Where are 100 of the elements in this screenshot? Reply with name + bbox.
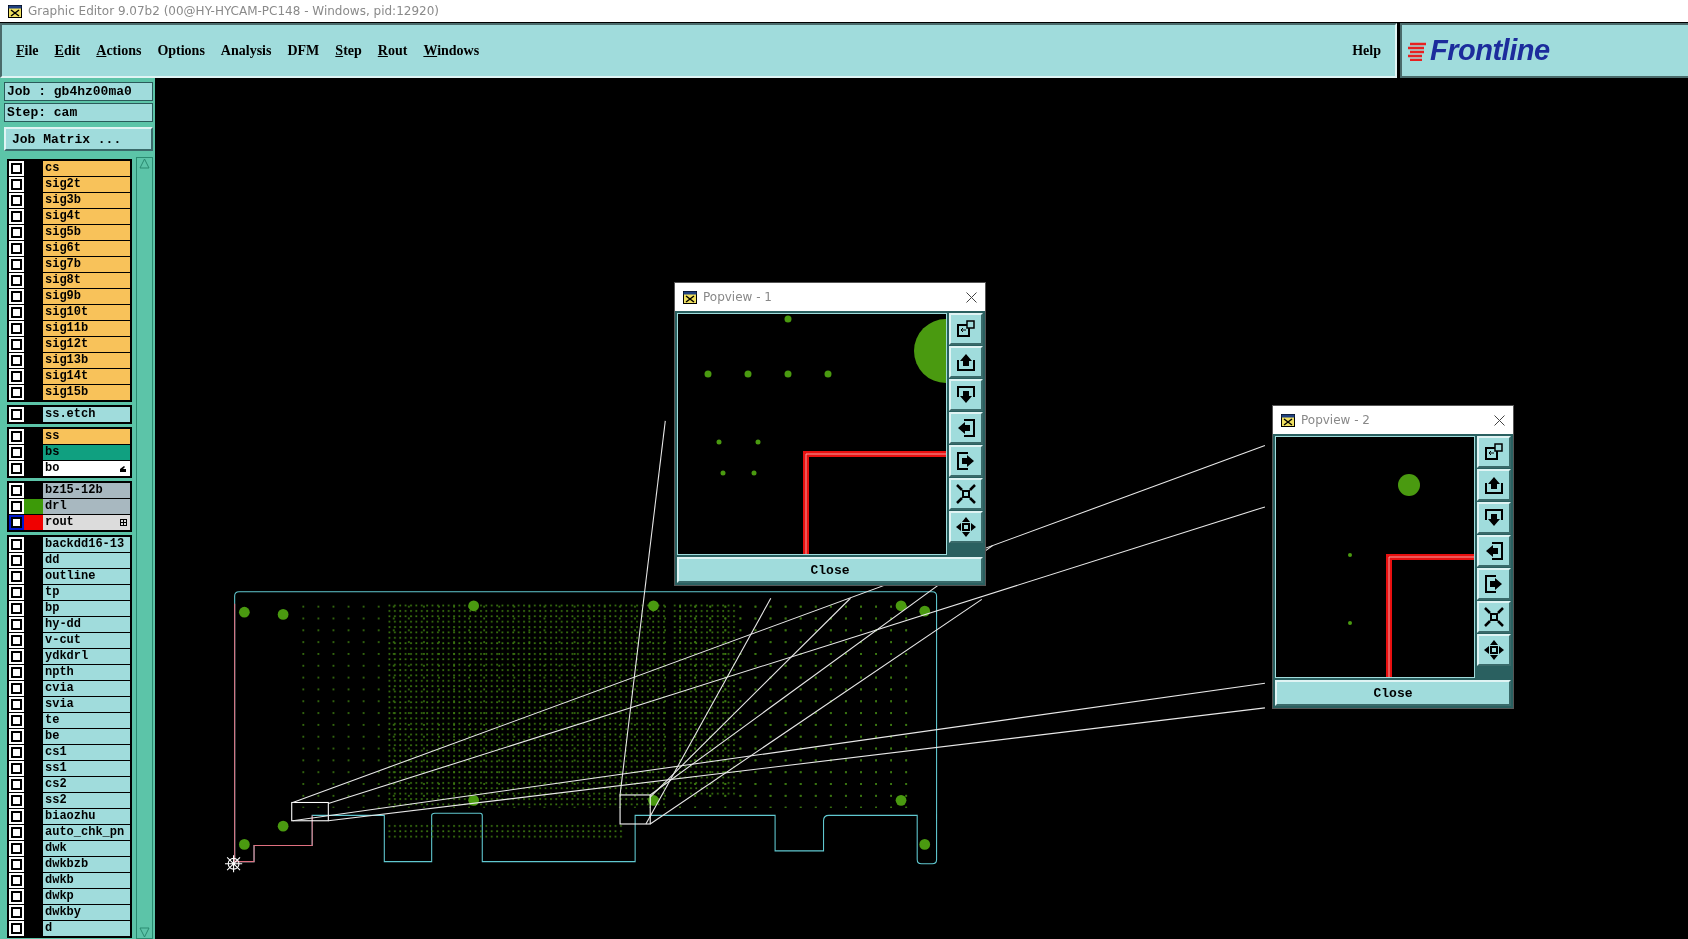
layer-name[interactable]: sig2t [43,177,131,192]
close-icon[interactable] [1494,414,1505,426]
layer-name[interactable]: drl [43,499,131,514]
layer-name[interactable]: sig10t [43,305,131,320]
zoom-frame [619,794,651,825]
layer-name[interactable]: sig15b [43,385,131,400]
view-tool-button[interactable] [1477,535,1511,567]
view-tool-button[interactable] [1477,436,1511,468]
layer-name[interactable]: dwkby [43,905,131,920]
menu-item[interactable]: Options [157,42,205,59]
layer-name[interactable]: cs [43,161,131,176]
layer-name[interactable]: sig5b [43,225,131,240]
zoom-frame [291,801,329,822]
layer-name[interactable]: sig6t [43,241,131,256]
layer-name[interactable]: be [43,729,131,744]
layer-name[interactable]: cs2 [43,777,131,792]
view-tool-button[interactable] [949,379,983,411]
layer-name[interactable]: bp [43,601,131,616]
scroll-down-icon [139,927,151,938]
menu-item[interactable]: Help [1352,42,1381,59]
layer-name[interactable]: sig7b [43,257,131,272]
menu-item[interactable]: File [16,42,39,59]
menu-item[interactable]: Step [335,42,362,59]
layer-name[interactable]: cvia [43,681,131,696]
view-tool-button[interactable] [949,445,983,477]
layer-name[interactable]: dwkb [43,873,131,888]
close-button[interactable]: Close [677,557,983,583]
layer-name[interactable]: bo [43,461,131,476]
pad-drawing [914,319,946,383]
layer-name[interactable]: te [43,713,131,728]
view-tool-button[interactable] [1477,568,1511,600]
layer-name[interactable]: sig13b [43,353,131,368]
layer-name[interactable]: sig9b [43,289,131,304]
logo: Frontline [1430,34,1550,67]
menu-item[interactable]: Actions [96,42,142,59]
pad-drawing [1398,474,1420,496]
window-arrow-icon [1483,441,1505,463]
layer-name[interactable]: ss1 [43,761,131,776]
layer-name[interactable]: sig12t [43,337,131,352]
speed-lines-icon [1408,40,1428,61]
layer-name[interactable]: biaozhu [43,809,131,824]
app-icon [683,290,697,304]
menu-item[interactable]: Rout [377,42,408,59]
view-tool-button[interactable] [1477,634,1511,666]
window-arrow-icon [955,318,977,340]
layer-name[interactable]: hy-dd [43,617,131,632]
via-dot [1348,621,1352,625]
window-title: Graphic Editor 9.07b2 (00@HY-HYCAM-PC148 - Windows, pid:12920) [28,4,439,18]
job-label: Job : gb4hz00ma0 [4,82,153,101]
view-tool-button[interactable] [949,346,983,378]
layer-name[interactable]: backdd16-13 [43,537,131,552]
layer-name[interactable]: d [43,921,131,936]
view-tool-button[interactable] [949,478,983,510]
menu-item[interactable]: Windows [423,42,480,59]
layer-name[interactable]: sig4t [43,209,131,224]
via-dot [784,370,792,378]
layer-name[interactable]: auto_chk_pn [43,825,131,840]
layer-name[interactable]: rout [43,515,131,530]
menu-item[interactable]: Analysis [220,42,272,59]
view-tool-button[interactable] [1477,601,1511,633]
job-matrix-button[interactable]: Job Matrix ... [4,127,153,151]
layer-name[interactable]: dwkbzb [43,857,131,872]
layer-name[interactable]: tp [43,585,131,600]
layer-name[interactable]: npth [43,665,131,680]
layer-name[interactable]: dwk [43,841,131,856]
crosshair-icon [224,854,243,873]
arrows-outward-icon [1483,639,1505,661]
layer-name[interactable]: sig11b [43,321,131,336]
view-tool-button[interactable] [949,412,983,444]
popview-title: Popview - 1 [703,290,773,304]
layer-name[interactable]: cs1 [43,745,131,760]
close-button[interactable]: Close [1275,680,1511,706]
layer-name[interactable]: dwkp [43,889,131,904]
view-tool-button[interactable] [949,511,983,543]
menu-item[interactable]: Edit [54,42,81,59]
layer-name[interactable]: bs [43,445,131,460]
layer-name[interactable]: v-cut [43,633,131,648]
menu-item[interactable]: DFM [287,42,320,59]
via-dot [744,370,752,378]
view-tool-button[interactable] [1477,469,1511,501]
grid-icon [120,519,128,526]
via-dot [1348,553,1352,557]
view-tool-button[interactable] [1477,502,1511,534]
close-icon[interactable] [966,291,977,303]
layer-name[interactable]: outline [43,569,131,584]
view-tool-button[interactable] [949,313,983,345]
layer-name[interactable]: ss2 [43,793,131,808]
hand-pointer-icon [119,465,128,473]
layer-name[interactable]: svia [43,697,131,712]
layer-name[interactable]: dd [43,553,131,568]
layer-name[interactable]: ydkdrl [43,649,131,664]
scrollbar[interactable] [136,157,153,939]
layer-name[interactable]: sig14t [43,369,131,384]
layer-name[interactable]: bz15-12b [43,483,131,498]
layer-name[interactable]: sig8t [43,273,131,288]
layer-name[interactable]: ss.etch [43,407,131,422]
layer-name[interactable]: sig3b [43,193,131,208]
layer-name[interactable]: ss [43,429,131,444]
scroll-up-icon [139,158,151,169]
app-icon [8,4,22,18]
